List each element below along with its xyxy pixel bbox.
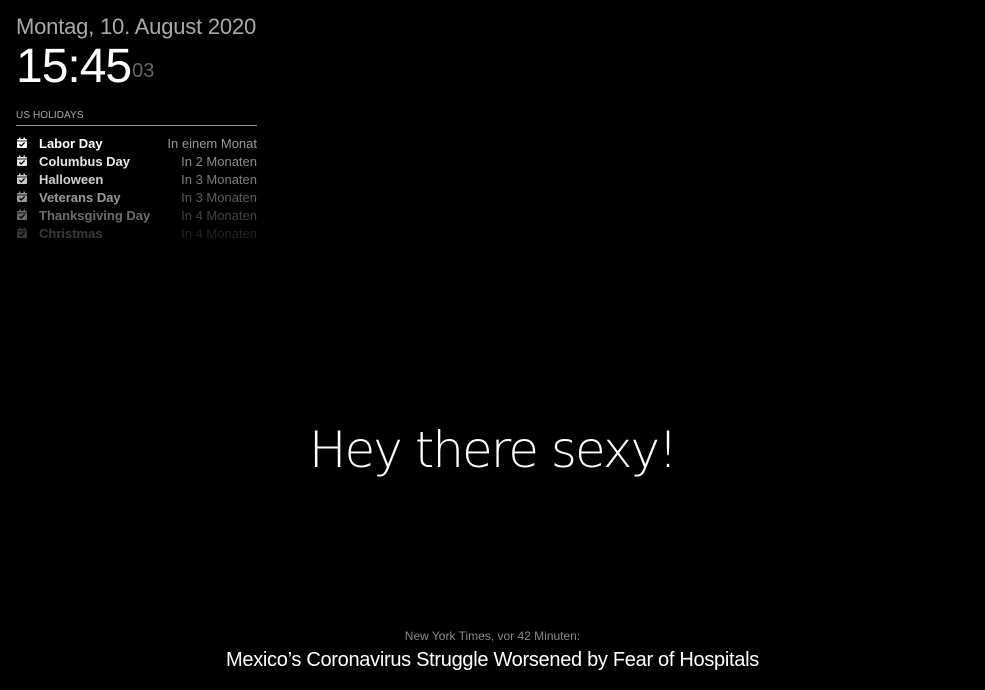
calendar-event: Thanksgiving Day In 4 Monaten <box>16 206 257 224</box>
event-time: In 4 Monaten <box>181 207 257 223</box>
calendar-header: US HOLIDAYS <box>16 110 257 126</box>
calendar-event: Christmas In 4 Monaten <box>16 224 257 242</box>
event-title: Halloween <box>39 171 104 187</box>
calendar-event: Halloween In 3 Monaten <box>16 170 257 188</box>
calendar-check-icon <box>16 173 28 185</box>
event-title: Veterans Day <box>39 189 121 205</box>
calendar-check-icon <box>16 137 28 149</box>
newsfeed-module: New York Times, vor 42 Minuten: Mexico’s… <box>0 628 985 674</box>
clock-date: Montag, 10. August 2020 <box>16 14 257 39</box>
event-title: Thanksgiving Day <box>39 207 151 223</box>
clock-time: 15:4503 <box>16 42 256 103</box>
news-source: New York Times, vor 42 Minuten: <box>404 629 581 643</box>
compliment-text: Hey there sexy! <box>308 421 678 479</box>
calendar-check-icon <box>16 191 28 203</box>
news-headline: Mexico’s Coronavirus Struggle Worsened b… <box>226 649 759 671</box>
calendar-module: US HOLIDAYS Labor Day In einem Monat Col… <box>16 110 257 242</box>
event-time: In 2 Monaten <box>181 153 257 169</box>
event-title: Labor Day <box>39 135 103 151</box>
event-title: Columbus Day <box>39 153 131 169</box>
calendar-event-list: Labor Day In einem Monat Columbus Day In… <box>16 134 257 242</box>
calendar-event: Columbus Day In 2 Monaten <box>16 152 257 170</box>
event-title: Christmas <box>39 225 103 241</box>
event-time: In 4 Monaten <box>181 225 257 241</box>
calendar-check-icon <box>16 227 28 239</box>
calendar-check-icon <box>16 155 28 167</box>
event-time: In 3 Monaten <box>181 171 257 187</box>
clock-module: Montag, 10. August 2020 15:4503 <box>16 12 256 103</box>
clock-seconds: 03 <box>132 60 155 82</box>
calendar-check-icon <box>16 209 28 221</box>
clock-hours-minutes: 15:45 <box>16 40 132 93</box>
event-time: In 3 Monaten <box>181 189 257 205</box>
calendar-event: Labor Day In einem Monat <box>16 134 257 152</box>
calendar-event: Veterans Day In 3 Monaten <box>16 188 257 206</box>
event-time: In einem Monat <box>167 135 257 151</box>
